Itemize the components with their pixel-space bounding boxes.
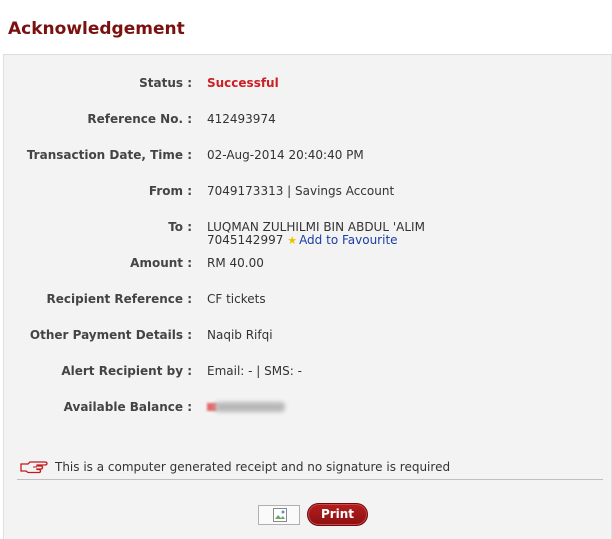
status-row: Status : Successful	[4, 76, 604, 92]
reference-row: Reference No. : 412493974	[4, 112, 604, 128]
amount-value: RM 40.00	[207, 256, 264, 270]
alert-recipient-label: Alert Recipient by :	[61, 364, 192, 378]
star-icon: ★	[287, 234, 298, 247]
status-label: Status :	[139, 76, 192, 90]
divider	[17, 479, 603, 480]
add-to-favourite-link[interactable]: Add to Favourite	[299, 233, 397, 247]
amount-label: Amount :	[130, 256, 192, 270]
recipient-reference-row: Recipient Reference : CF tickets	[4, 292, 604, 308]
transaction-date-label: Transaction Date, Time :	[26, 148, 192, 162]
broken-image-icon	[273, 508, 287, 522]
to-account: 7045142997	[207, 233, 284, 247]
alert-recipient-value: Email: - | SMS: -	[207, 364, 302, 378]
to-label: To :	[168, 220, 192, 234]
from-value: 7049173313 | Savings Account	[207, 184, 395, 198]
print-button[interactable]: Print	[307, 503, 368, 526]
from-label: From :	[148, 184, 192, 198]
transaction-date-value: 02-Aug-2014 20:40:40 PM	[207, 148, 364, 162]
available-balance-row: Available Balance :	[4, 400, 604, 416]
other-payment-value: Naqib Rifqi	[207, 328, 273, 342]
transaction-date-row: Transaction Date, Time : 02-Aug-2014 20:…	[4, 148, 604, 164]
recipient-reference-label: Recipient Reference :	[46, 292, 192, 306]
status-value: Successful	[207, 76, 279, 90]
available-balance-value	[207, 400, 287, 417]
receipt-note-text: This is a computer generated receipt and…	[55, 460, 451, 474]
to-account-line: 7045142997 ★ Add to Favourite	[207, 233, 398, 247]
recipient-reference-value: CF tickets	[207, 292, 266, 306]
reference-label: Reference No. :	[87, 112, 192, 126]
page-title: Acknowledgement	[8, 19, 185, 39]
alert-recipient-row: Alert Recipient by : Email: - | SMS: -	[4, 364, 604, 380]
to-name: LUQMAN ZULHILMI BIN ABDUL 'ALIM	[207, 220, 425, 234]
available-balance-label: Available Balance :	[63, 400, 192, 414]
pointing-hand-icon	[20, 461, 48, 474]
redacted-balance	[207, 400, 287, 414]
reference-value: 412493974	[207, 112, 276, 126]
from-row: From : 7049173313 | Savings Account	[4, 184, 604, 200]
to-row: To : LUQMAN ZULHILMI BIN ABDUL 'ALIM 704…	[4, 220, 604, 250]
amount-row: Amount : RM 40.00	[4, 256, 604, 272]
acknowledgement-panel: Status : Successful Reference No. : 4124…	[3, 54, 612, 539]
other-payment-row: Other Payment Details : Naqib Rifqi	[4, 328, 604, 344]
other-payment-label: Other Payment Details :	[29, 328, 192, 342]
image-button[interactable]	[258, 505, 300, 525]
